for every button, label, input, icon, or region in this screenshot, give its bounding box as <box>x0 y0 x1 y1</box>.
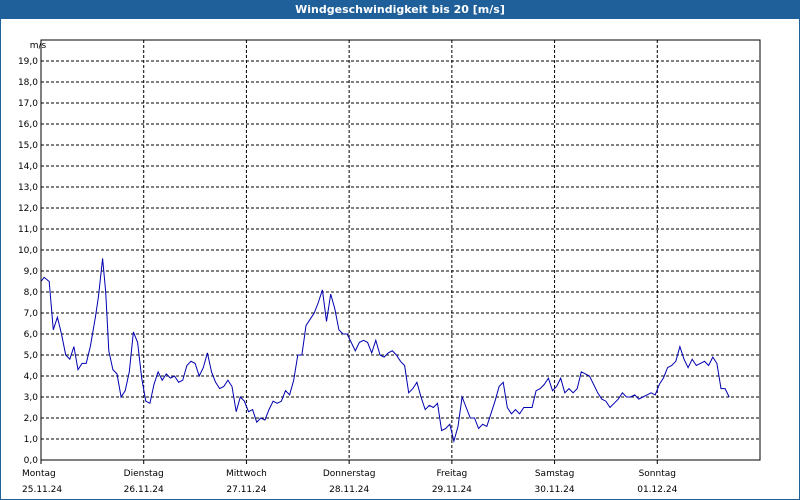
y-tick-label: 2,0 <box>24 414 39 424</box>
y-tick-label: 19,0 <box>18 57 38 67</box>
x-tick-day-label: Mittwoch <box>226 469 267 479</box>
x-tick-day-label: Montag <box>22 469 56 479</box>
x-tick-date-label: 27.11.24 <box>226 485 266 495</box>
y-tick-label: 18,0 <box>18 78 38 88</box>
y-tick-label: 15,0 <box>18 141 38 151</box>
grid-lines <box>40 40 760 464</box>
y-tick-label: 8,0 <box>24 288 39 298</box>
x-tick-date-label: 26.11.24 <box>124 485 164 495</box>
x-tick-date-label: 29.11.24 <box>432 485 472 495</box>
y-tick-label: 12,0 <box>18 204 38 214</box>
x-tick-labels: Montag 25.11.24 Dienstag 26.11.24 Mittwoch 27… <box>22 469 678 495</box>
x-tick-date-label: 30.11.24 <box>535 485 575 495</box>
y-tick-label: 10,0 <box>18 246 38 256</box>
x-tick-day-label: Donnerstag <box>323 469 376 479</box>
y-tick-label: 6,0 <box>24 330 39 340</box>
y-axis-unit-label: m/s <box>30 41 47 51</box>
y-tick-label: 0,0 <box>24 456 39 466</box>
y-tick-label: 3,0 <box>24 393 39 403</box>
y-tick-label: 4,0 <box>24 372 39 382</box>
x-tick-day-label: Freitag <box>436 469 467 479</box>
wind-speed-line <box>40 258 730 444</box>
y-tick-label: 13,0 <box>18 183 38 193</box>
x-tick-date-label: 25.11.24 <box>22 485 62 495</box>
x-tick-date-label: 28.11.24 <box>329 485 369 495</box>
x-tick-date-label: 01.12.24 <box>637 485 677 495</box>
y-tick-label: 11,0 <box>18 225 38 235</box>
y-tick-label: 9,0 <box>24 267 39 277</box>
y-tick-label: 1,0 <box>24 435 39 445</box>
y-tick-label: 14,0 <box>18 162 38 172</box>
y-tick-label: 16,0 <box>18 120 38 130</box>
y-tick-label: 7,0 <box>24 309 39 319</box>
y-tick-labels: 0,0 1,0 2,0 3,0 4,0 5,0 6,0 7,0 8,0 9,0 10,0 11,0 12… <box>18 57 38 466</box>
y-tick-label: 5,0 <box>24 351 39 361</box>
x-tick-day-label: Sonntag <box>639 469 676 479</box>
y-tick-label: 17,0 <box>18 99 38 109</box>
x-tick-day-label: Dienstag <box>124 469 164 479</box>
wind-speed-chart: m/s 0,0 1,0 2,0 3,0 4,0 5,0 6,0 7,0 8,0 9,0 10,0 11… <box>18 39 761 495</box>
x-tick-day-label: Samstag <box>535 469 574 479</box>
